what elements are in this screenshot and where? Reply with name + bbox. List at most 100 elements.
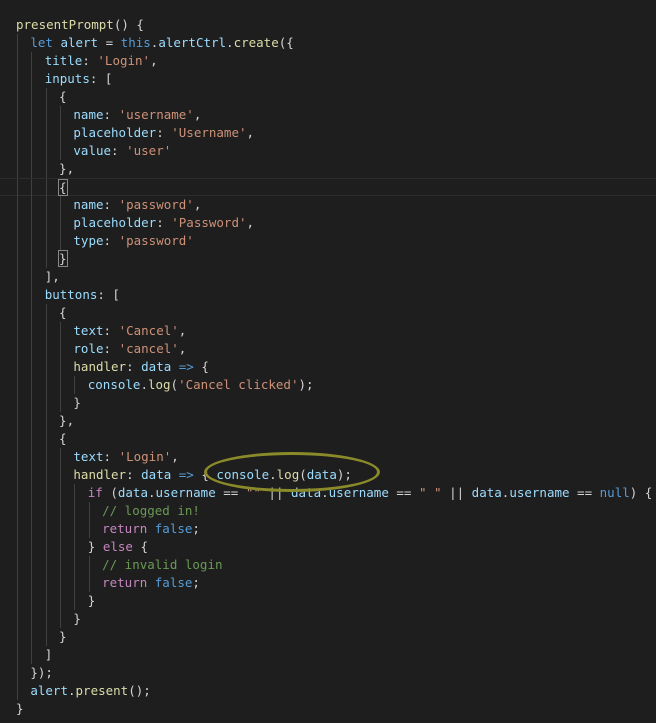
code-text: if (data.username == "" || data.username…: [88, 484, 653, 502]
indent-guide: [17, 34, 18, 52]
indent-guide: [60, 376, 62, 394]
indent-guide: [17, 88, 18, 106]
code-token: 'Cancel': [118, 323, 179, 338]
code-line[interactable]: return false;: [0, 520, 656, 538]
code-token: ,: [246, 215, 255, 230]
code-line[interactable]: text: 'Login',: [0, 448, 656, 466]
indent-guide: [88, 502, 90, 520]
indent-guide: [45, 340, 47, 358]
indent-guide: [17, 448, 18, 466]
code-token: log: [276, 467, 300, 482]
indent-guide: [31, 196, 33, 214]
code-line[interactable]: ],: [0, 268, 656, 286]
code-token: :: [126, 359, 142, 374]
indent-guide: [60, 520, 62, 538]
code-line[interactable]: }: [0, 610, 656, 628]
code-line[interactable]: name: 'username',: [0, 106, 656, 124]
code-token: alert: [60, 35, 99, 50]
code-line[interactable]: inputs: [: [0, 70, 656, 88]
code-line[interactable]: text: 'Cancel',: [0, 322, 656, 340]
code-text: let alert = this.alertCtrl.create({: [30, 34, 293, 52]
indent-guide: [45, 394, 47, 412]
code-token: :: [103, 233, 119, 248]
code-line[interactable]: {: [0, 430, 656, 448]
indent-guide: [74, 520, 76, 538]
indent-guide: [31, 646, 33, 664]
code-text: handler: data => { console.log(data);: [73, 466, 352, 484]
code-line[interactable]: name: 'password',: [0, 196, 656, 214]
code-token: ,: [150, 53, 158, 68]
code-line[interactable]: placeholder: 'Username',: [0, 124, 656, 142]
code-line[interactable]: value: 'user': [0, 142, 656, 160]
code-line[interactable]: }: [0, 394, 656, 412]
indent-guide: [17, 376, 18, 394]
indent-guide: [31, 394, 33, 412]
indent-guide: [17, 484, 18, 502]
code-token: type: [73, 233, 104, 248]
code-token: ]: [44, 647, 53, 662]
indent-guide: [31, 448, 33, 466]
code-token: :: [103, 323, 119, 338]
code-line[interactable]: ]: [0, 646, 656, 664]
code-line[interactable]: return false;: [0, 574, 656, 592]
code-line[interactable]: console.log('Cancel clicked');: [0, 376, 656, 394]
code-line[interactable]: } else {: [0, 538, 656, 556]
indent-guide: [45, 124, 47, 142]
indent-guide: [31, 179, 33, 197]
indent-guide: [74, 538, 76, 556]
code-text: });: [30, 664, 53, 682]
code-line[interactable]: {: [0, 88, 656, 106]
code-line[interactable]: alert.present();: [0, 682, 656, 700]
code-line[interactable]: if (data.username == "" || data.username…: [0, 484, 656, 502]
indent-guide: [17, 340, 18, 358]
code-line[interactable]: // logged in!: [0, 502, 656, 520]
code-text: {: [59, 430, 67, 448]
code-line[interactable]: placeholder: 'Password',: [0, 214, 656, 232]
code-line[interactable]: }: [0, 592, 656, 610]
indent-guide: [31, 160, 33, 178]
code-line[interactable]: });: [0, 664, 656, 682]
code-line[interactable]: role: 'cancel',: [0, 340, 656, 358]
code-token: }: [59, 629, 67, 644]
indent-guide: [45, 538, 47, 556]
code-line[interactable]: handler: data => {: [0, 358, 656, 376]
code-token: {: [58, 179, 68, 196]
code-line[interactable]: let alert = this.alertCtrl.create({: [0, 34, 656, 52]
code-line[interactable]: {: [0, 178, 656, 197]
code-line[interactable]: presentPrompt() {: [0, 16, 656, 34]
code-token: : [: [89, 71, 113, 86]
indent-guide: [17, 502, 18, 520]
code-token: .: [140, 377, 148, 392]
code-text: value: 'user': [73, 142, 171, 160]
code-line[interactable]: },: [0, 412, 656, 430]
code-line[interactable]: },: [0, 160, 656, 178]
code-token: else: [102, 539, 133, 554]
code-token: data: [306, 467, 337, 482]
indent-guide: [60, 610, 62, 628]
code-token: title: [44, 53, 83, 68]
code-line[interactable]: handler: data => { console.log(data);: [0, 466, 656, 484]
code-line[interactable]: type: 'password': [0, 232, 656, 250]
code-text: role: 'cancel',: [73, 340, 186, 358]
indent-guide: [31, 88, 33, 106]
code-token: ;: [192, 521, 200, 536]
code-text: title: 'Login',: [45, 52, 158, 70]
code-line[interactable]: }: [0, 628, 656, 646]
code-line[interactable]: buttons: [: [0, 286, 656, 304]
indent-guide: [60, 340, 62, 358]
code-token: (: [170, 377, 179, 392]
code-editor[interactable]: presentPrompt() {let alert = this.alertC…: [0, 0, 656, 723]
indent-guide: [74, 574, 76, 592]
indent-guide: [31, 232, 33, 250]
code-line[interactable]: {: [0, 304, 656, 322]
code-line[interactable]: }: [0, 700, 656, 718]
code-line[interactable]: title: 'Login',: [0, 52, 656, 70]
indent-guide: [31, 70, 33, 88]
code-line[interactable]: // invalid login: [0, 556, 656, 574]
code-token: " ": [418, 485, 442, 500]
code-token: alert: [30, 683, 68, 698]
code-line[interactable]: }: [0, 250, 656, 268]
code-token: console: [216, 467, 270, 482]
